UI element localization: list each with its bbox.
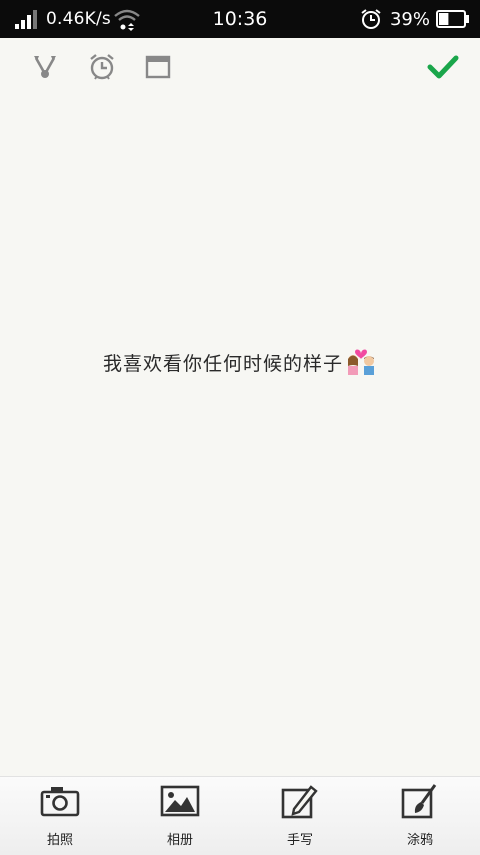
doodle-label: 涂鸦	[406, 833, 433, 848]
battery-percent: 39%	[389, 8, 430, 30]
battery-icon	[436, 10, 469, 28]
alarm-icon	[90, 54, 114, 80]
album-button[interactable]: 相册	[120, 777, 240, 855]
doodle-button[interactable]: 涂鸦	[360, 777, 480, 855]
album-label: 相册	[166, 833, 193, 848]
alarm-button[interactable]	[85, 50, 119, 84]
handwriting-icon	[281, 785, 318, 819]
status-right: 39%	[360, 0, 470, 38]
photo-album-icon	[160, 785, 200, 817]
camera-label: 拍照	[46, 833, 73, 848]
note-body[interactable]: 我喜欢看你任何时候的样子	[0, 346, 480, 381]
window-button[interactable]	[141, 50, 175, 84]
confirm-button[interactable]	[425, 50, 461, 84]
window-icon	[145, 55, 171, 79]
alarm-status-icon	[361, 9, 381, 29]
share-icon	[34, 56, 56, 78]
handwriting-label: 手写	[286, 833, 313, 848]
status-bar: 0.46K/s 10:36 39%	[0, 0, 480, 38]
checkmark-icon	[427, 55, 459, 79]
camera-icon	[40, 787, 80, 817]
share-button[interactable]	[28, 50, 62, 84]
note-toolbar	[0, 38, 480, 96]
handwriting-button[interactable]: 手写	[240, 777, 360, 855]
camera-button[interactable]: 拍照	[0, 777, 120, 855]
bottom-action-bar: 拍照 相册 手写 涂鸦	[0, 776, 480, 855]
brush-icon	[401, 784, 437, 819]
couple-with-heart-icon	[345, 346, 377, 381]
note-text: 我喜欢看你任何时候的样子	[102, 353, 343, 375]
note-content[interactable]: 我喜欢看你任何时候的样子	[0, 96, 480, 776]
